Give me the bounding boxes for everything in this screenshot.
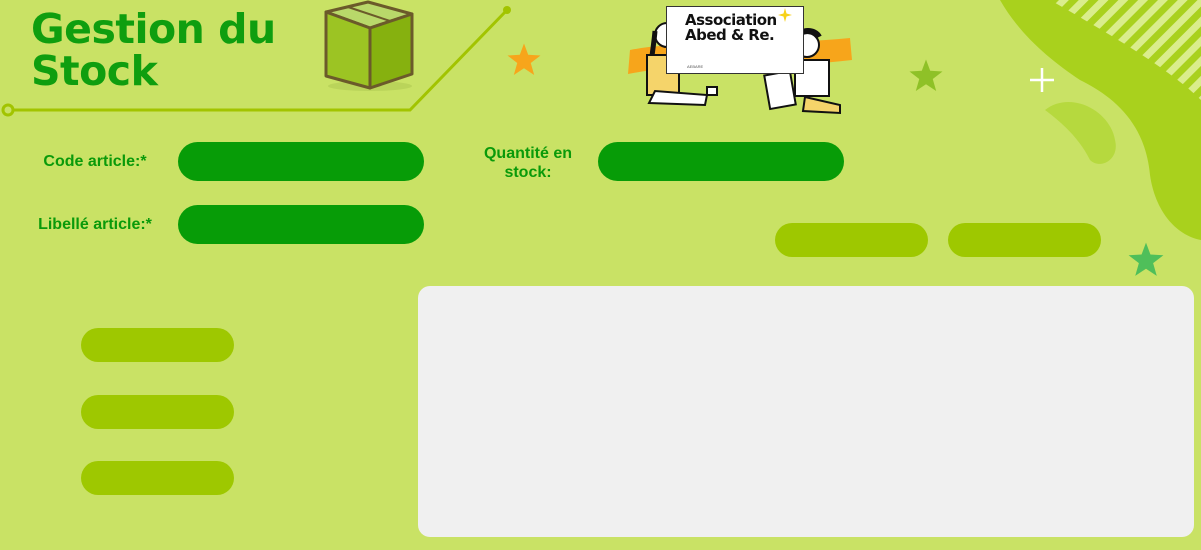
code-article-label: Code article:* <box>43 153 147 170</box>
sparkle-icon <box>1030 68 1054 92</box>
side-button-2[interactable] <box>81 395 234 429</box>
star-icon <box>507 43 541 75</box>
libelle-article-label: Libellé article:* <box>38 216 152 233</box>
action-button-2[interactable] <box>948 223 1101 257</box>
logo-illustration: Association Abed & Re. AEBARE <box>620 0 860 115</box>
page-title: Gestion du Stock <box>31 5 276 95</box>
star-icon <box>1128 242 1164 276</box>
quantite-stock-input[interactable] <box>598 142 844 181</box>
action-button-1[interactable] <box>775 223 928 257</box>
code-article-input[interactable] <box>178 142 424 181</box>
background-blob <box>1000 0 1201 240</box>
libelle-article-input[interactable] <box>178 205 424 244</box>
side-button-1[interactable] <box>81 328 234 362</box>
data-table-panel[interactable] <box>418 286 1194 537</box>
side-button-3[interactable] <box>81 461 234 495</box>
box-icon <box>324 0 414 91</box>
sparkle-icon <box>778 8 792 22</box>
star-icon <box>909 59 943 91</box>
quantite-stock-label: Quantité en stock: <box>483 145 572 181</box>
logo-subtitle: AEBARE <box>687 64 704 69</box>
